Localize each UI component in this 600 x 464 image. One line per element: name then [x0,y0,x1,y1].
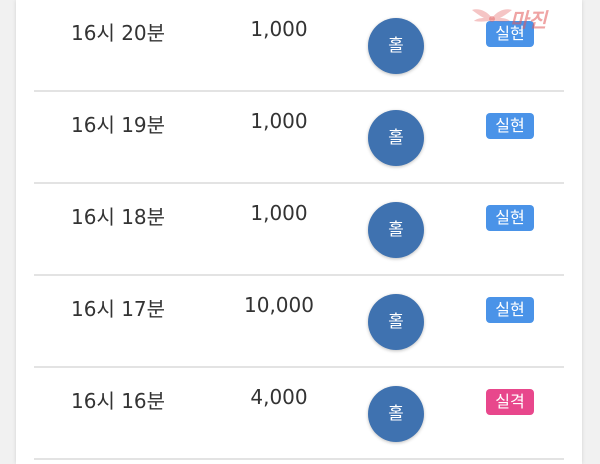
bet-time: 16시 18분 [71,205,166,229]
result-badge: 실현 [486,297,534,323]
bet-time: 16시 20분 [71,21,166,45]
list-item: 16시 18분 1,000 홀 실현 [34,184,564,276]
pick-badge[interactable]: 홀 [368,202,424,258]
bet-amount: 4,000 [250,385,308,409]
watermark-logo: 마진 [472,2,592,42]
bet-amount: 1,000 [250,201,308,225]
pick-badge[interactable]: 홀 [368,18,424,74]
bet-amount: 1,000 [250,17,308,41]
list-item: 16시 19분 1,000 홀 실현 [34,92,564,184]
bet-time: 16시 16분 [71,389,166,413]
wings-icon [472,9,512,22]
list-item: 16시 17분 10,000 홀 실현 [34,276,564,368]
pick-badge[interactable]: 홀 [368,110,424,166]
result-badge: 실현 [486,205,534,231]
result-badge: 실격 [486,389,534,415]
bet-history-card: 16시 20분 1,000 홀 실현 16시 19분 1,000 홀 실현 16… [16,0,582,464]
result-badge: 실현 [486,113,534,139]
bet-amount: 10,000 [244,293,314,317]
bet-time: 16시 19분 [71,113,166,137]
bet-amount: 1,000 [250,109,308,133]
bet-time: 16시 17분 [71,297,166,321]
pick-badge[interactable]: 홀 [368,294,424,350]
list-item: 16시 16분 4,000 홀 실격 [34,368,564,460]
pick-badge[interactable]: 홀 [368,386,424,442]
watermark-text: 마진 [510,8,547,32]
